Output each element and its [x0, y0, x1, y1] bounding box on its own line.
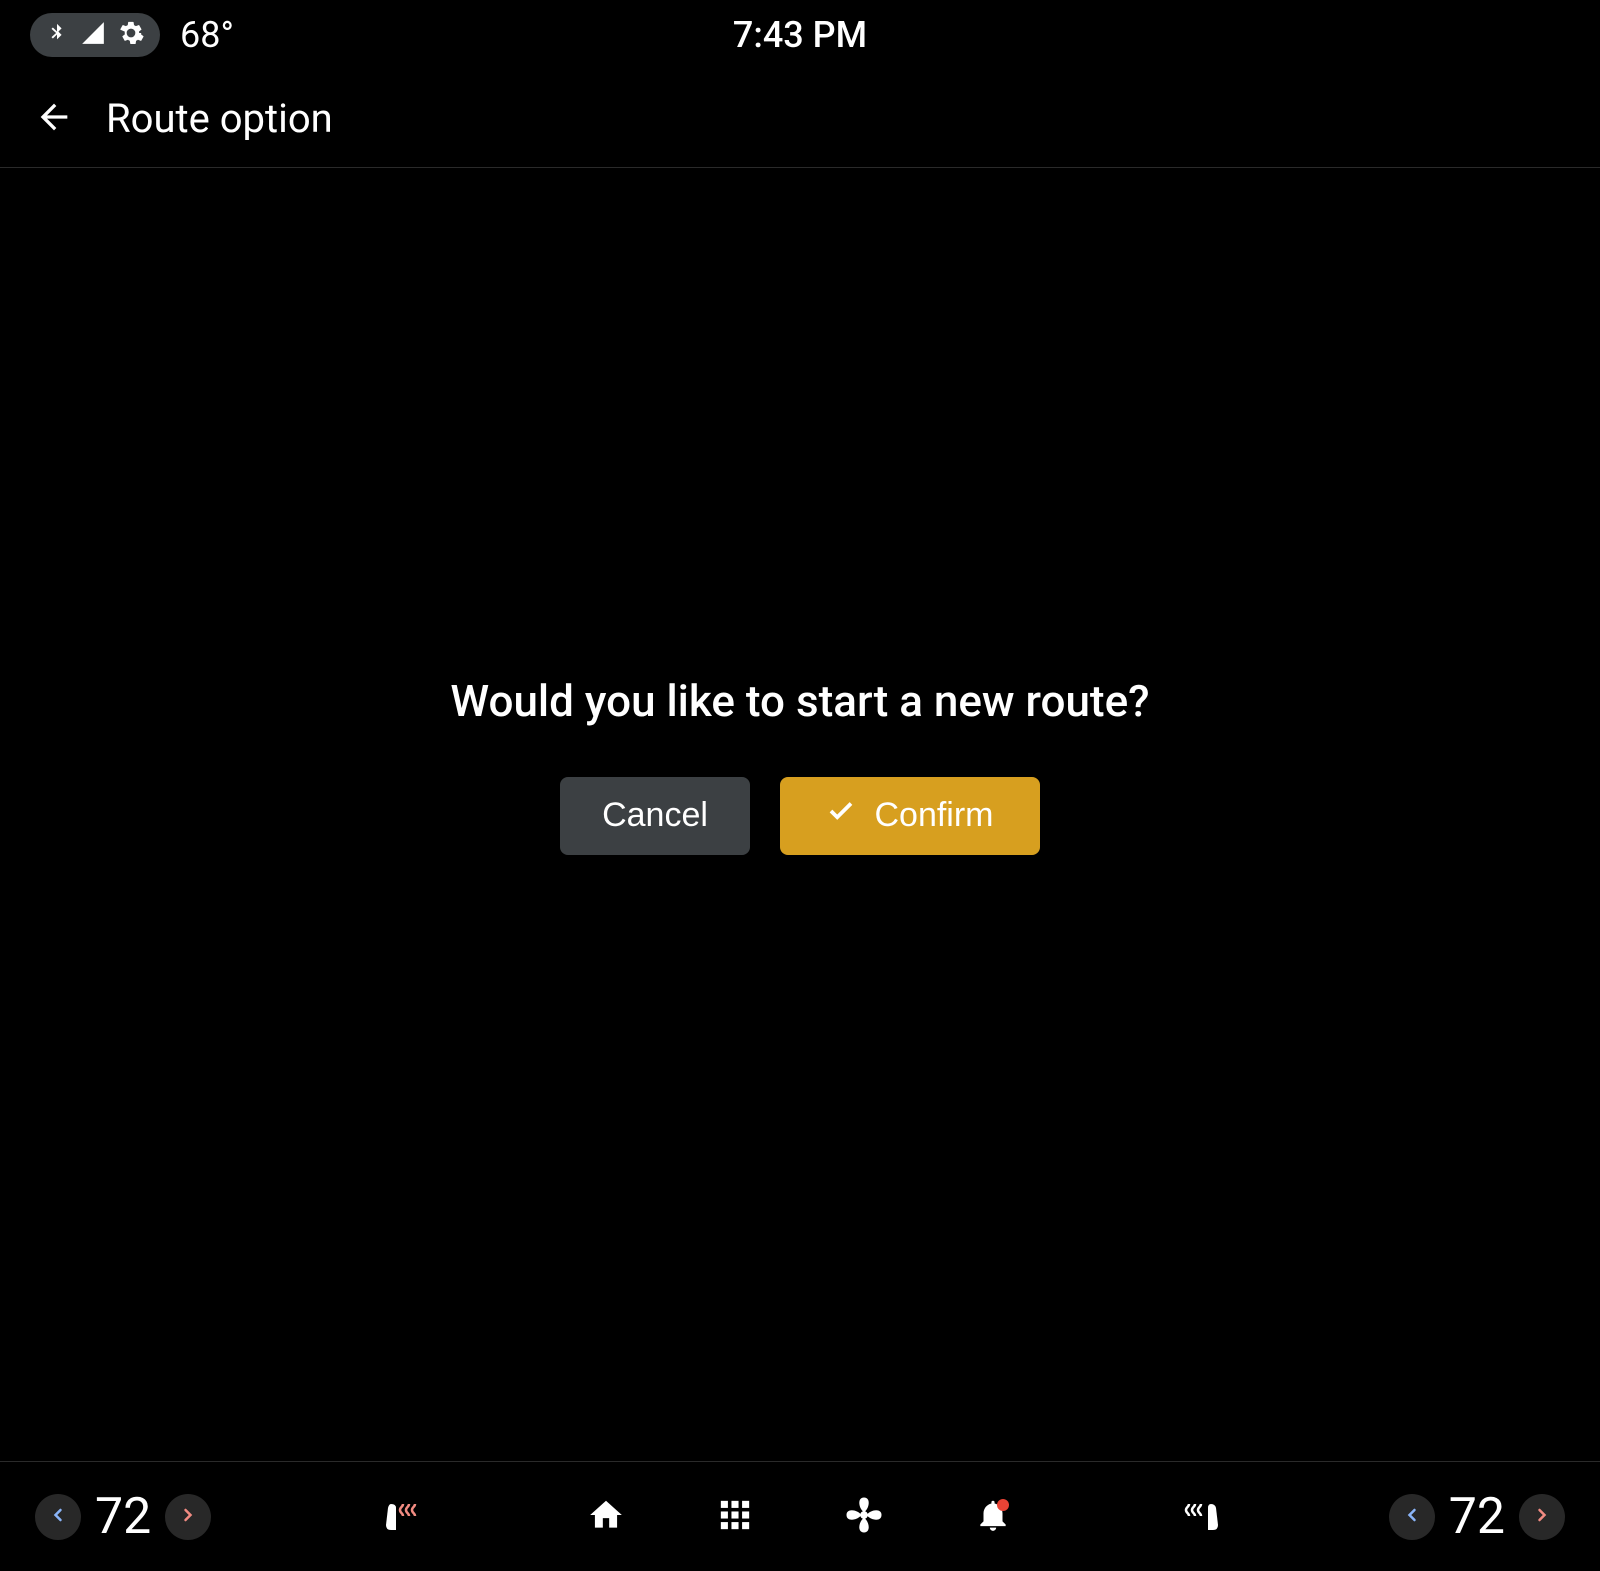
seat-heat-right-icon — [1177, 1490, 1227, 1544]
arrow-left-icon — [34, 97, 74, 141]
right-temp-value: 72 — [1449, 1488, 1505, 1546]
notifications-button[interactable] — [971, 1495, 1015, 1539]
chevron-right-icon — [178, 1505, 198, 1529]
status-bar: 68° 7:43 PM — [0, 0, 1600, 70]
confirm-button[interactable]: Confirm — [780, 777, 1040, 855]
chevron-right-icon — [1532, 1505, 1552, 1529]
gear-icon — [118, 20, 144, 50]
check-icon — [826, 796, 856, 835]
bottom-bar: 72 — [0, 1461, 1600, 1571]
apps-button[interactable] — [713, 1495, 757, 1539]
header: Route option — [0, 70, 1600, 168]
left-seat-heat[interactable] — [368, 1487, 428, 1547]
clock: 7:43 PM — [733, 14, 867, 56]
left-temp-value: 72 — [95, 1488, 151, 1546]
right-temp-down[interactable] — [1389, 1494, 1435, 1540]
right-temp-up[interactable] — [1519, 1494, 1565, 1540]
home-icon — [587, 1496, 625, 1538]
cancel-button[interactable]: Cancel — [560, 777, 750, 855]
chevron-left-icon — [48, 1505, 68, 1529]
confirm-label: Confirm — [874, 796, 993, 835]
nav-icons — [584, 1495, 1015, 1539]
hvac-button[interactable] — [842, 1495, 886, 1539]
dialog-buttons: Cancel Confirm — [560, 777, 1040, 855]
dialog-prompt: Would you like to start a new route? — [450, 675, 1149, 727]
left-temp-down[interactable] — [35, 1494, 81, 1540]
apps-grid-icon — [718, 1498, 752, 1536]
seat-heat-left-icon — [373, 1490, 423, 1544]
fan-icon — [843, 1494, 885, 1540]
status-pill[interactable] — [30, 13, 160, 57]
outside-temperature: 68° — [180, 14, 234, 56]
page-title: Route option — [106, 95, 333, 142]
right-seat-heat[interactable] — [1172, 1487, 1232, 1547]
home-button[interactable] — [584, 1495, 628, 1539]
right-climate: 72 — [1389, 1488, 1565, 1546]
back-button[interactable] — [30, 95, 78, 143]
left-climate: 72 — [35, 1488, 211, 1546]
bluetooth-icon — [46, 19, 68, 51]
left-temp-up[interactable] — [165, 1494, 211, 1540]
signal-icon — [80, 20, 106, 50]
dialog-area: Would you like to start a new route? Can… — [0, 168, 1600, 1461]
chevron-left-icon — [1402, 1505, 1422, 1529]
notification-dot — [997, 1499, 1009, 1511]
